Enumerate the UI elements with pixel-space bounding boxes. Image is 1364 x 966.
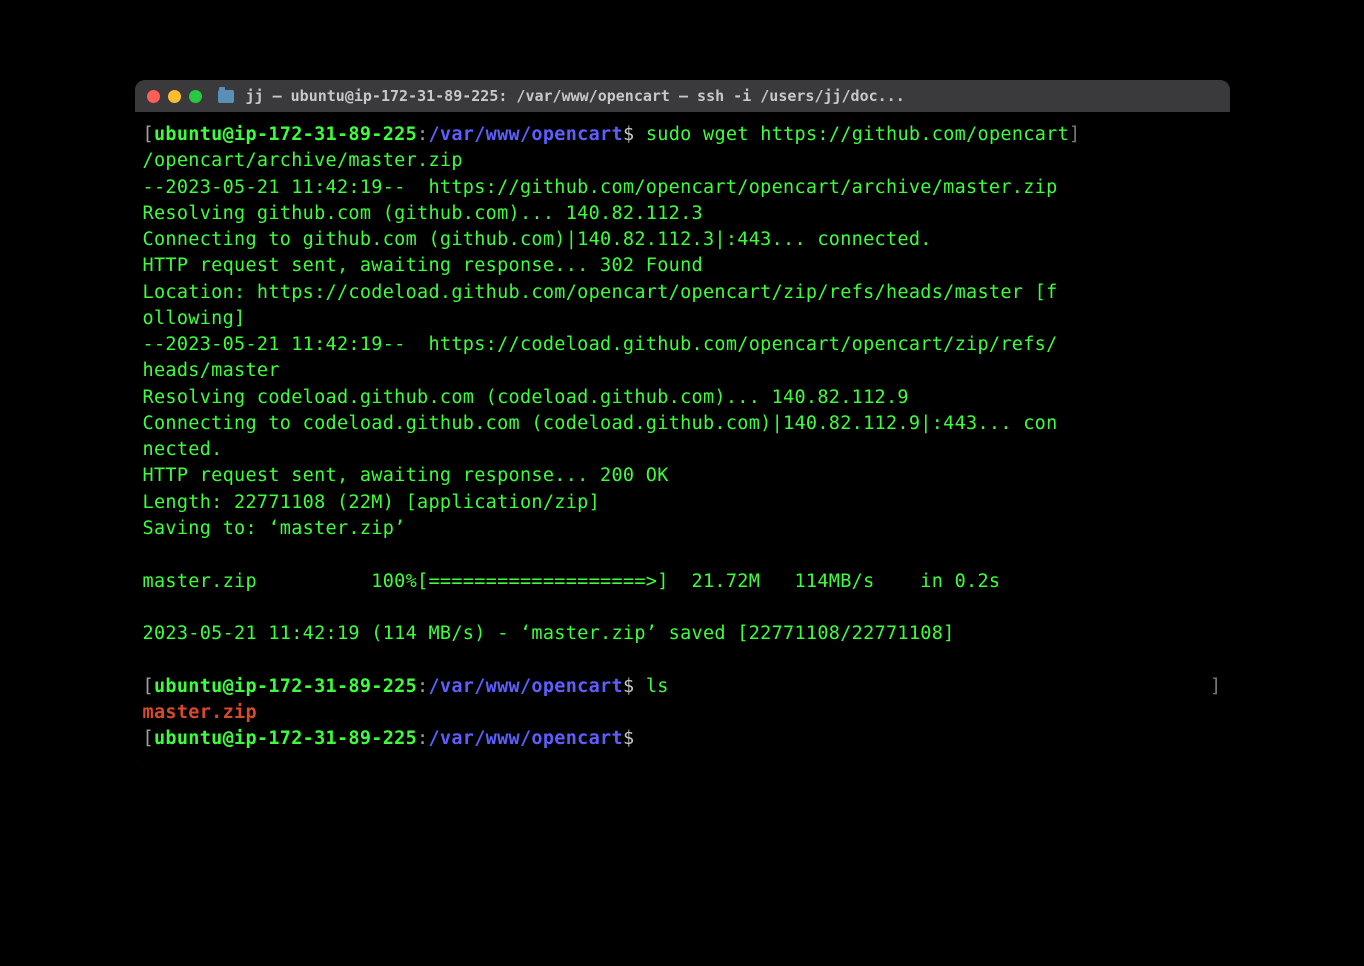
output-line: heads/master [143, 358, 1222, 384]
output-line: Connecting to codeload.github.com (codel… [143, 411, 1222, 437]
prompt-line-1: [ubuntu@ip-172-31-89-225:/var/www/openca… [143, 122, 1222, 148]
output-line: nected. [143, 437, 1222, 463]
prompt-dollar: $ [623, 728, 634, 749]
minimize-icon[interactable] [168, 90, 181, 103]
window-title: jj — ubuntu@ip-172-31-89-225: /var/www/o… [246, 87, 905, 105]
traffic-lights [147, 90, 202, 103]
prompt-line-3: [ubuntu@ip-172-31-89-225:/var/www/openca… [143, 726, 1222, 752]
output-line: Saving to: ‘master.zip’ [143, 516, 1222, 542]
prompt-path: /var/www/opencart [428, 676, 622, 697]
maximize-icon[interactable] [189, 90, 202, 103]
file-zip: master.zip [143, 702, 257, 723]
output-blank [143, 647, 1222, 673]
command-wget: sudo wget https://github.com/opencart [634, 124, 1069, 145]
output-line: HTTP request sent, awaiting response... … [143, 463, 1222, 489]
output-blank [143, 595, 1222, 621]
title-bar[interactable]: jj — ubuntu@ip-172-31-89-225: /var/www/o… [135, 80, 1230, 112]
command-cont: /opencart/archive/master.zip [143, 148, 1222, 174]
prompt-user-host: ubuntu@ip-172-31-89-225 [154, 124, 417, 145]
output-line: --2023-05-21 11:42:19-- https://github.c… [143, 175, 1222, 201]
bracket-icon: ] [1069, 124, 1080, 145]
command-ls: ls [634, 676, 668, 697]
ls-output: master.zip [143, 700, 1222, 726]
prompt-path: /var/www/opencart [428, 728, 622, 749]
output-line: ollowing] [143, 306, 1222, 332]
bracket-icon: [ [143, 124, 154, 145]
output-line: Resolving github.com (github.com)... 140… [143, 201, 1222, 227]
output-line: --2023-05-21 11:42:19-- https://codeload… [143, 332, 1222, 358]
folder-icon [218, 90, 234, 103]
prompt-dollar: $ [623, 124, 634, 145]
bracket-icon: ] [1210, 674, 1221, 700]
close-icon[interactable] [147, 90, 160, 103]
output-line: Connecting to github.com (github.com)|14… [143, 227, 1222, 253]
output-progress: master.zip 100%[===================>] 21… [143, 569, 1222, 595]
prompt-user-host: ubuntu@ip-172-31-89-225 [154, 728, 417, 749]
terminal-window: jj — ubuntu@ip-172-31-89-225: /var/www/o… [135, 80, 1230, 766]
output-line: Location: https://codeload.github.com/op… [143, 280, 1222, 306]
output-blank [143, 542, 1222, 568]
prompt-dollar: $ [623, 676, 634, 697]
bracket-icon: [ [143, 676, 154, 697]
prompt-user-host: ubuntu@ip-172-31-89-225 [154, 676, 417, 697]
bracket-icon: [ [143, 728, 154, 749]
prompt-path: /var/www/opencart [428, 124, 622, 145]
output-line: HTTP request sent, awaiting response... … [143, 253, 1222, 279]
output-summary: 2023-05-21 11:42:19 (114 MB/s) - ‘master… [143, 621, 1222, 647]
output-line: Resolving codeload.github.com (codeload.… [143, 385, 1222, 411]
output-line: Length: 22771108 (22M) [application/zip] [143, 490, 1222, 516]
terminal-body[interactable]: [ubuntu@ip-172-31-89-225:/var/www/openca… [135, 112, 1230, 766]
prompt-line-2: [ubuntu@ip-172-31-89-225:/var/www/openca… [143, 674, 1222, 700]
